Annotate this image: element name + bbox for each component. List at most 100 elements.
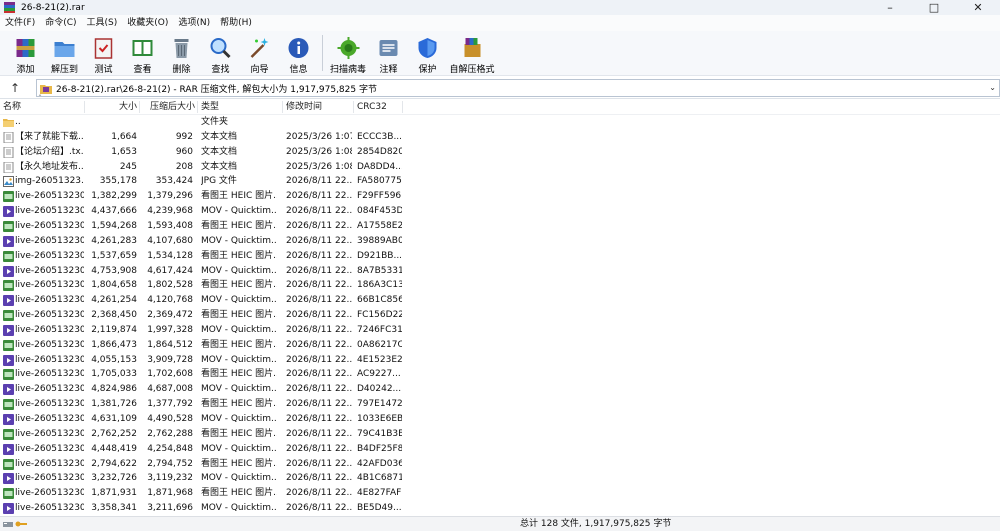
table-row[interactable]: live-260513230... 1,537,659 1,534,128 看图王 H… (0, 249, 1000, 264)
minimize-button[interactable]: – (868, 0, 912, 15)
table-row[interactable]: img-26051323... 355,178 353,424 JPG 文件 2026/… (0, 174, 1000, 189)
maximize-button[interactable]: □ (912, 0, 956, 15)
cell-packed: 992 (175, 131, 193, 142)
info-button[interactable]: 信息 (279, 31, 318, 75)
table-row[interactable]: live-260513230... 2,762,252 2,762,288 看图王 H… (0, 427, 1000, 442)
table-row[interactable]: live-260513230... 1,382,299 1,379,296 看图王 H… (0, 189, 1000, 204)
column-divider[interactable] (402, 101, 403, 113)
trash-icon (174, 39, 189, 58)
table-row[interactable]: live-260513230... 1,866,473 1,864,512 看图王 H… (0, 338, 1000, 353)
drive-icon[interactable] (3, 519, 13, 529)
table-row[interactable]: 【论坛介绍】.tx... 1,653 960 文本文档 2025/3/26 1:08 28… (0, 145, 1000, 160)
cell-crc: 39889AB0 (357, 235, 402, 246)
table-row[interactable]: live-260513230... 2,368,450 2,369,472 看图王 H… (0, 308, 1000, 323)
table-row[interactable]: live-260513230... 2,119,874 1,997,328 MOV -… (0, 323, 1000, 338)
menu-options[interactable]: 选项(N) (173, 15, 215, 31)
mov-file-icon (3, 414, 14, 425)
cell-packed: 3,909,728 (147, 354, 193, 365)
close-button[interactable]: ✕ (956, 0, 1000, 15)
extract-to-label: 解压到 (50, 65, 78, 75)
cell-name: live-260513230... (15, 265, 84, 276)
sfx-button[interactable]: 自解压格式 (447, 31, 497, 75)
wizard-button[interactable]: 向导 (240, 31, 279, 75)
cell-crc: BE5D49... (357, 503, 402, 514)
column-crc[interactable]: CRC32 (357, 99, 397, 115)
mov-file-icon (3, 503, 14, 515)
table-row[interactable]: .. 文件夹 (0, 115, 1000, 130)
table-row[interactable]: live-260513230... 4,437,666 4,239,968 MOV -… (0, 204, 1000, 219)
cell-packed: 1,997,328 (147, 324, 193, 335)
column-divider[interactable] (139, 101, 140, 113)
column-type[interactable]: 类型 (201, 99, 271, 115)
find-label: 查找 (211, 65, 230, 75)
delete-button[interactable]: 删除 (162, 31, 201, 75)
cell-mtime: 2026/8/11 22... (286, 280, 352, 291)
column-mtime[interactable]: 修改时间 (286, 99, 346, 115)
virus-scan-button[interactable]: 扫描病毒 (327, 31, 369, 75)
cell-size: 1,705,033 (91, 369, 137, 380)
comment-label: 注释 (379, 65, 398, 75)
protect-button[interactable]: 保护 (408, 31, 447, 75)
cell-name: live-260513230... (15, 191, 84, 202)
extract-to-button[interactable]: 解压到 (45, 31, 84, 75)
cell-type: 看图王 HEIC 图片... (201, 191, 277, 202)
table-row[interactable]: live-260513230... 4,261,283 4,107,680 MOV -… (0, 234, 1000, 249)
cell-mtime: 2026/8/11 22... (286, 369, 352, 380)
table-row[interactable]: live-260513230... 1,381,726 1,377,792 看图王 H… (0, 397, 1000, 412)
column-divider[interactable] (84, 101, 85, 113)
table-row[interactable]: live-260513230... 3,232,726 3,119,232 MOV -… (0, 471, 1000, 486)
clipboard-check-icon (94, 38, 113, 59)
column-size[interactable]: 大小 (86, 99, 137, 115)
mov-file-icon (3, 473, 14, 485)
add-button[interactable]: 添加 (6, 31, 45, 75)
table-row[interactable]: live-260513230... 4,631,109 4,490,528 MOV -… (0, 412, 1000, 427)
cell-type: 看图王 HEIC 图片... (201, 428, 277, 439)
cell-packed: 3,119,232 (147, 473, 193, 484)
column-name[interactable]: 名称 (3, 99, 83, 115)
table-row[interactable]: live-260513230... 2,794,622 2,794,752 看图王 H… (0, 457, 1000, 472)
up-arrow-button[interactable]: ↑ (0, 77, 30, 99)
column-divider[interactable] (282, 101, 283, 113)
heic-file-icon (3, 369, 14, 381)
table-row[interactable]: live-260513230... 1,871,931 1,871,968 看图王 H… (0, 486, 1000, 501)
table-row[interactable]: live-260513230... 4,055,153 3,909,728 MOV -… (0, 353, 1000, 368)
cell-name: live-260513230... (15, 473, 84, 484)
cell-mtime: 2026/8/11 22... (286, 428, 352, 439)
comment-button[interactable]: 注释 (369, 31, 408, 75)
table-row[interactable]: live-260513230... 1,705,033 1,702,608 看图王 H… (0, 367, 1000, 382)
test-button[interactable]: 测试 (84, 31, 123, 75)
menu-file[interactable]: 文件(F) (0, 15, 40, 31)
chevron-down-icon[interactable]: ⌄ (989, 83, 996, 92)
menu-help[interactable]: 帮助(H) (215, 15, 257, 31)
view-label: 查看 (133, 65, 152, 75)
menu-commands[interactable]: 命令(C) (40, 15, 81, 31)
column-packed[interactable]: 压缩后大小 (150, 99, 200, 115)
find-button[interactable]: 查找 (201, 31, 240, 75)
menu-favorites[interactable]: 收藏夹(O) (122, 15, 173, 31)
cell-name: live-260513230... (15, 339, 84, 350)
table-row[interactable]: live-260513230... 4,261,254 4,120,768 MOV -… (0, 293, 1000, 308)
table-row[interactable]: live-260513230... 3,358,341 3,211,696 MOV -… (0, 501, 1000, 516)
table-row[interactable]: live-260513230... 1,594,268 1,593,408 看图王 H… (0, 219, 1000, 234)
table-row[interactable]: 【来了就能下载... 1,664 992 文本文档 2025/3/26 1:07 ECCC… (0, 130, 1000, 145)
cell-name: live-260513230... (15, 354, 84, 365)
cell-mtime: 2026/8/11 22... (286, 399, 352, 410)
cell-size: 1,382,299 (91, 191, 137, 202)
path-field[interactable]: 26-8-21(2).rar\26-8-21(2) - RAR 压缩文件, 解包… (36, 79, 1000, 97)
table-row[interactable]: live-260513230... 1,804,658 1,802,528 看图王 H… (0, 278, 1000, 293)
column-divider[interactable] (197, 101, 198, 113)
mov-file-icon (3, 295, 14, 307)
column-divider[interactable] (353, 101, 354, 113)
table-row[interactable]: live-260513230... 4,824,986 4,687,008 MOV -… (0, 382, 1000, 397)
table-row[interactable]: 【永久地址发布... 245 208 文本文档 2025/3/26 1:08 DA8DD4… (0, 160, 1000, 175)
cell-type: 看图王 HEIC 图片... (201, 399, 277, 410)
table-row[interactable]: live-260513230... 4,448,419 4,254,848 MOV -… (0, 442, 1000, 457)
test-label: 测试 (94, 65, 113, 75)
menu-tools[interactable]: 工具(S) (82, 15, 123, 31)
cell-mtime: 2026/8/11 22... (286, 354, 352, 365)
key-icon[interactable] (15, 519, 27, 529)
view-button[interactable]: 查看 (123, 31, 162, 75)
table-row[interactable]: live-260513230... 4,753,908 4,617,424 MOV -… (0, 264, 1000, 279)
cell-name: .. (15, 117, 21, 127)
cell-packed: 1,379,296 (147, 191, 193, 202)
